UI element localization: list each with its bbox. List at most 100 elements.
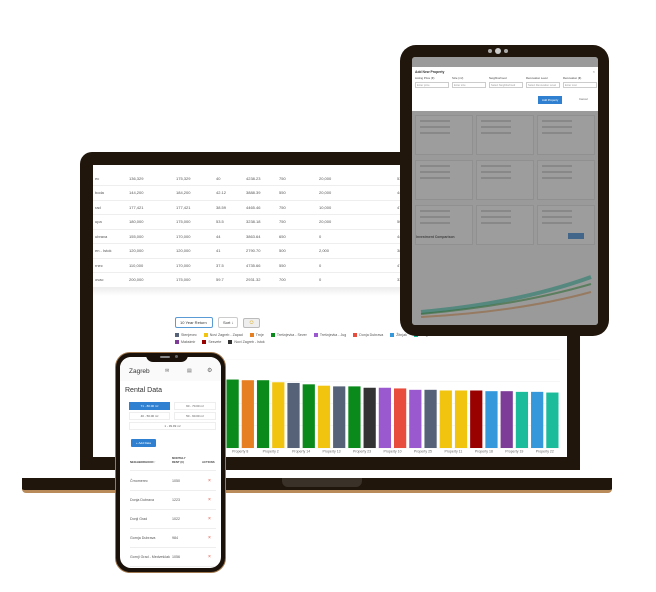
filter-chip[interactable]: 60 - 70.00 m² (174, 402, 216, 410)
bar[interactable] (531, 391, 544, 448)
table-header: NEIGHBORHOOD ↑ MONTHLY RENT (€) ACTIONS (130, 455, 216, 471)
column-rent[interactable]: MONTHLY RENT (€) (172, 456, 190, 464)
modal-field: Neighborhood Select Neighborhood (489, 76, 523, 88)
add-property-modal: Add New Property × Listing Price (€) Ente… (412, 67, 598, 111)
search-input[interactable]: 10 Year Return (175, 317, 213, 328)
emoji-button[interactable]: ☺ (243, 317, 260, 328)
legend-label: Donja Dubrava (359, 333, 384, 337)
bar[interactable] (409, 389, 422, 448)
table-cell: 700 (277, 272, 317, 288)
table-cell: 200,000 (127, 272, 174, 288)
table-cell: 4465.46 (244, 200, 277, 215)
table-cell: 37.5 (214, 258, 244, 273)
bar[interactable] (348, 386, 361, 448)
table-cell: 0 (317, 229, 395, 244)
delete-icon[interactable]: × (208, 535, 211, 541)
calendar-icon[interactable]: ▤ (187, 368, 192, 374)
legend-item[interactable]: Trnje (249, 333, 264, 337)
bar[interactable] (378, 387, 391, 448)
legend-item[interactable]: Maksimir (175, 340, 195, 344)
bar[interactable] (302, 384, 315, 448)
field-label: Neighborhood (489, 76, 507, 80)
modal-field: Renovation (€) Enter cost (563, 76, 597, 88)
add-data-button[interactable]: + Add Data (131, 439, 156, 447)
table-cell: en - Istok (93, 243, 127, 259)
sort-button[interactable]: Sort ↓ (218, 317, 239, 328)
delete-icon[interactable]: × (208, 554, 211, 560)
add-property-button[interactable]: Add Property (538, 96, 563, 104)
bar[interactable] (515, 391, 529, 448)
table-cell: 184,200 (174, 185, 214, 201)
filter-chip[interactable]: 40 - 50.00 m² (129, 412, 170, 420)
legend-label: Trešnjevka - Sever (276, 333, 307, 337)
table-cell: 4238.23 (244, 171, 277, 186)
legend-item[interactable]: Sesvete (202, 340, 221, 344)
field-input[interactable]: Enter size (452, 82, 486, 88)
legend-item[interactable]: Stenjevec (175, 333, 197, 337)
bar[interactable] (470, 390, 483, 448)
legend-item[interactable]: Novi Zagreb - Zapad (203, 333, 243, 337)
column-neighborhood[interactable]: NEIGHBORHOOD ↑ (130, 460, 156, 464)
delete-icon[interactable]: × (208, 516, 211, 522)
list-item: Črnomerec 1050 × (130, 472, 216, 491)
legend-swatch (313, 333, 318, 337)
bar[interactable] (287, 382, 300, 448)
legend-item[interactable]: Donja Dubrava (353, 333, 383, 337)
mail-icon[interactable]: ✉ (165, 368, 169, 374)
bar[interactable] (546, 392, 559, 448)
bar[interactable] (439, 390, 452, 448)
cancel-button[interactable]: Cancel (579, 97, 588, 101)
page-title: Rental Data (125, 387, 162, 394)
bar[interactable] (272, 382, 285, 448)
field-label: Listing Price (€) (415, 76, 435, 80)
table-cell: 750 (277, 214, 317, 230)
legend-item[interactable]: Trešnjevka - Jug (313, 333, 346, 337)
legend-label: Stenjevec (181, 333, 197, 337)
filter-chip[interactable]: 71 - 80.00 m² (129, 402, 170, 410)
bar[interactable] (454, 390, 468, 448)
legend-item[interactable]: Novi Zagreb - Istok (228, 340, 265, 344)
legend-item[interactable]: Žitnjak (390, 333, 407, 337)
table-cell: 550 (277, 258, 317, 273)
bar[interactable] (363, 387, 376, 448)
x-tick-label: Property 10 (383, 450, 401, 454)
legend-label: Novi Zagreb - Zapad (209, 333, 243, 337)
table-cell: 500 (277, 243, 317, 259)
bar[interactable] (485, 391, 498, 448)
phone-frame: Zagreb ✉ ▤ ⚙ Rental Data 71 - 80.00 m² 6… (115, 352, 226, 573)
field-input[interactable]: Enter price (415, 82, 449, 88)
table-cell: 120,000 (174, 243, 214, 259)
bar[interactable] (500, 391, 513, 448)
modal-field: Listing Price (€) Enter price (415, 76, 449, 88)
delete-icon[interactable]: × (208, 478, 211, 484)
bar[interactable] (333, 386, 346, 448)
gear-icon[interactable]: ⚙ (207, 367, 212, 374)
bar[interactable] (256, 380, 270, 448)
tablet-screen: Investment Comparison Add New Property ×… (412, 57, 598, 325)
field-input[interactable]: Select Neighborhood (489, 82, 523, 88)
filter-chip[interactable]: 50 - 60.00 m² (174, 412, 216, 420)
legend-item[interactable]: Trešnjevka - Sever (270, 333, 307, 337)
filter-chip[interactable]: 1 - 39.99 m² (129, 422, 216, 430)
x-tick-label: Property 11 (444, 450, 462, 454)
bar[interactable] (394, 388, 407, 448)
legend-swatch (270, 333, 275, 337)
bar-chart: Property 8 Property 2 Property 14 Property … (225, 359, 560, 454)
delete-icon[interactable]: × (208, 497, 211, 503)
table-cell: boda (93, 185, 127, 201)
neighborhood-name: Črnomerec (130, 479, 148, 483)
table-cell: 177,421 (127, 200, 174, 215)
rent-value: 1050 (172, 479, 180, 483)
bar[interactable] (317, 385, 331, 448)
bar[interactable] (424, 389, 437, 448)
field-input[interactable]: Select Renovation Level (526, 82, 560, 88)
x-tick-label: Property 2 (263, 450, 279, 454)
bar[interactable] (226, 379, 239, 448)
field-input[interactable]: Enter cost (563, 82, 597, 88)
bar[interactable] (241, 380, 254, 448)
list-item: Gornji Grad - Medveščak 1056 × (130, 548, 216, 567)
legend-label: Sesvete (208, 340, 222, 344)
legend-swatch (203, 333, 208, 337)
neighborhood-name: Donja Dubrava (130, 498, 154, 502)
close-icon[interactable]: × (593, 69, 595, 74)
